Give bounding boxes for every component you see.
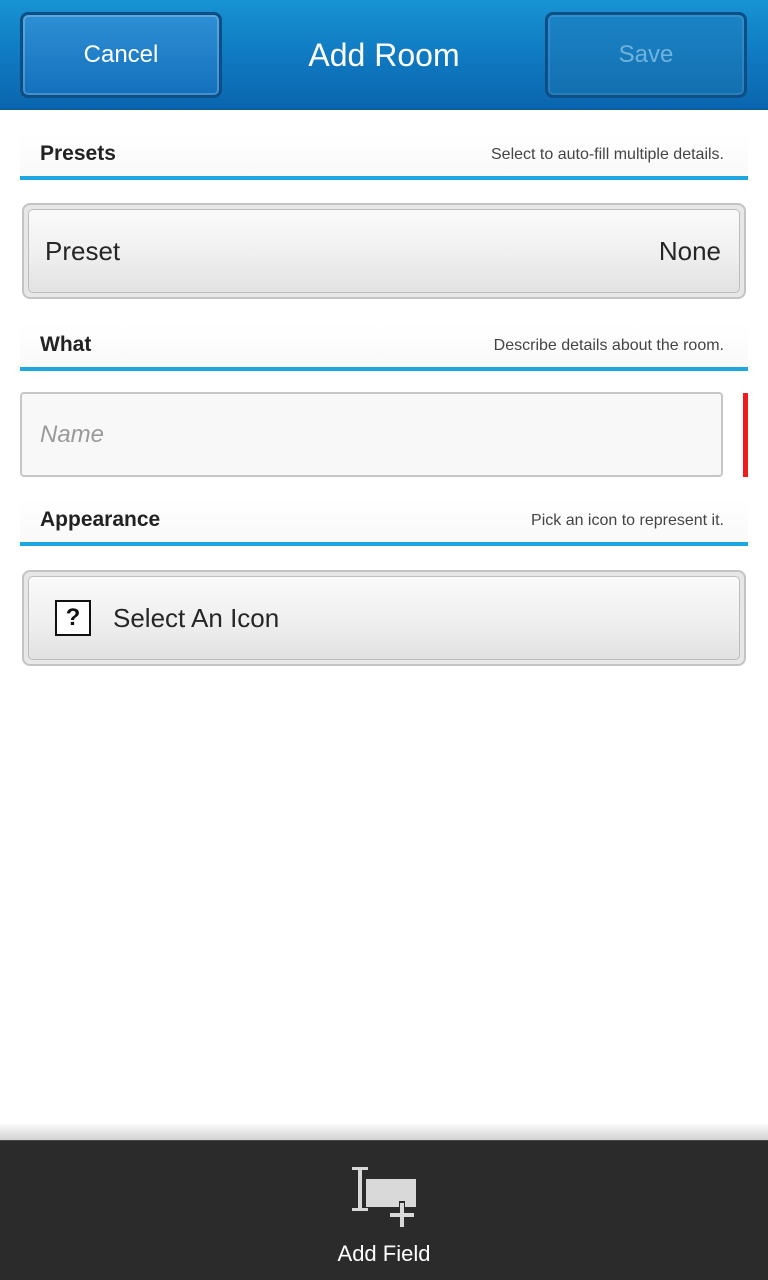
name-field-container: [20, 392, 723, 477]
preset-dropdown-face: Preset None: [28, 209, 740, 293]
preset-label: Preset: [45, 235, 121, 266]
cancel-button[interactable]: Cancel: [20, 12, 222, 98]
add-field-label: Add Field: [337, 1241, 431, 1266]
add-field-action[interactable]: Add Field: [300, 1141, 468, 1280]
page-title: Add Room: [308, 36, 460, 73]
name-field[interactable]: [22, 394, 721, 475]
select-icon-button[interactable]: ? Select An Icon: [22, 570, 746, 666]
appearance-hint: Pick an icon to represent it.: [531, 512, 724, 529]
preset-dropdown[interactable]: Preset None: [22, 203, 746, 299]
appearance-title: Appearance: [40, 508, 161, 531]
select-icon-label: Select An Icon: [113, 602, 280, 633]
actionbar-shadow: [0, 1122, 768, 1140]
what-hint: Describe details about the room.: [493, 337, 724, 354]
action-bar: Add Field: [0, 1140, 768, 1280]
what-title: What: [40, 333, 92, 356]
required-indicator: [743, 393, 748, 477]
title-bar: Cancel Add Room Save: [0, 0, 768, 110]
preset-value: None: [658, 235, 721, 266]
presets-hint: Select to auto-fill multiple details.: [491, 146, 724, 163]
presets-header: Presets Select to auto-fill multiple det…: [20, 132, 748, 180]
what-header: What Describe details about the room.: [20, 323, 748, 371]
select-icon-button-face: ? Select An Icon: [28, 576, 740, 660]
presets-title: Presets: [40, 142, 116, 165]
save-button[interactable]: Save: [545, 12, 747, 98]
add-field-icon: [352, 1167, 416, 1229]
add-room-screen: Cancel Add Room Save Presets Select to a…: [0, 0, 768, 1280]
question-mark-icon: ?: [55, 600, 91, 636]
appearance-header: Appearance Pick an icon to represent it.: [20, 498, 748, 546]
